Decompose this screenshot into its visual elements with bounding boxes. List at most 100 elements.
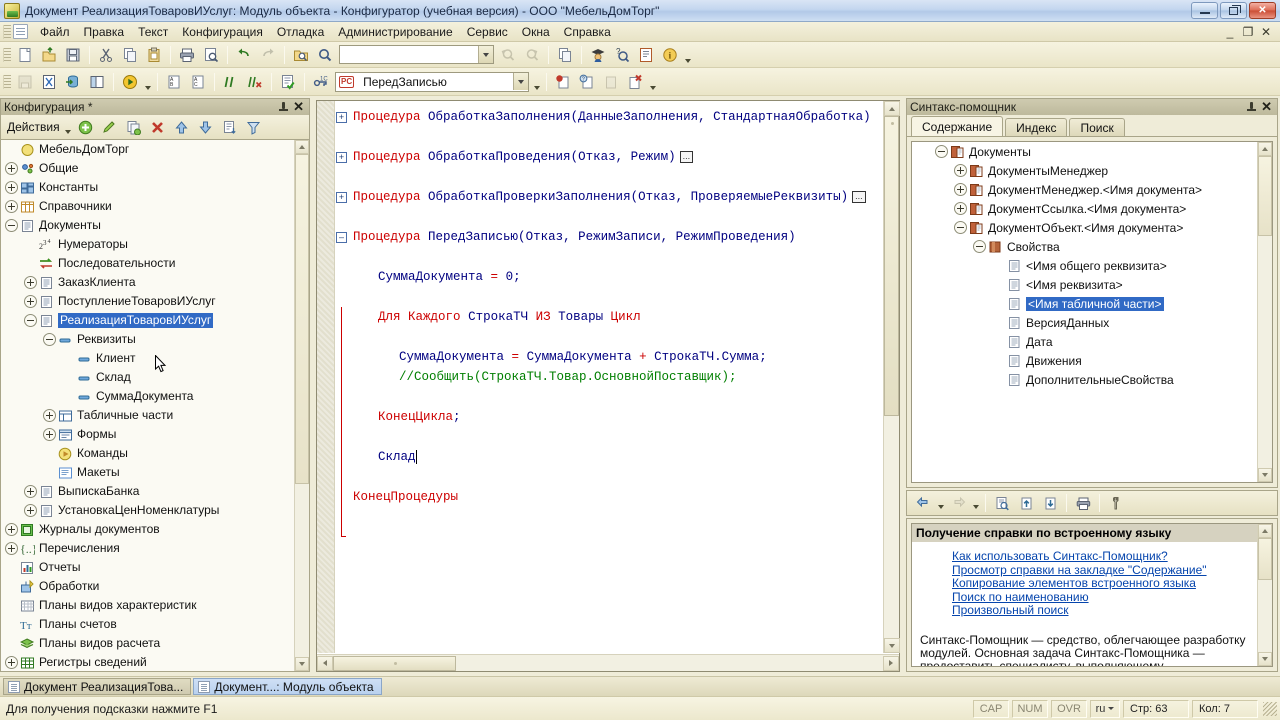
expand-icon[interactable] [5,656,18,669]
restore-button[interactable] [1220,2,1247,19]
update-db-config-icon[interactable] [38,71,60,93]
open-file-icon[interactable] [38,44,60,66]
configuration-tree-scrollbar[interactable] [294,140,309,671]
actions-caret-icon[interactable] [63,118,74,136]
config-tree-item[interactable]: Макеты [1,463,293,482]
config-tree-item[interactable]: ВыпискаБанка [1,482,293,501]
disable-breakpoint-icon[interactable] [600,71,622,93]
code-fold-collapse-icon[interactable]: – [336,231,347,243]
scroll-up-arrow-icon[interactable] [1258,142,1272,156]
chevron-down-icon[interactable] [1108,707,1115,710]
help-scrollbar[interactable] [1257,524,1272,666]
menu-item-edit[interactable]: Правка [77,23,132,41]
code-line[interactable]: КонецЦикла; [336,407,883,427]
pin-icon[interactable] [1247,101,1257,113]
syntax-helper-tree-scrollbar[interactable] [1257,142,1272,482]
config-tree-item[interactable]: ЗаказКлиента [1,273,293,292]
code-line[interactable] [336,207,883,227]
code-line[interactable]: Склад [336,447,883,467]
code-line[interactable] [336,287,883,307]
config-tree-item[interactable]: Планы видов характеристик [1,596,293,615]
config-tree-item[interactable]: Журналы документов [1,520,293,539]
scrollbar-thumb[interactable] [295,154,309,484]
close-icon[interactable]: ✕ [1261,100,1272,113]
delete-icon[interactable] [147,116,169,138]
resize-grip-icon[interactable] [1263,701,1277,716]
menu-item-service[interactable]: Сервис [460,23,515,41]
code-editor[interactable]: + Процедура ОбработкаЗаполнения(ДанныеЗап… [316,100,900,672]
remove-comment-icon[interactable] [244,71,266,93]
config-tree-item[interactable]: Регистры сведений [1,653,293,671]
collapse-icon[interactable] [5,219,18,232]
config-tree-item[interactable]: Планы видов расчета [1,634,293,653]
expand-icon[interactable] [954,183,967,196]
config-tree-item[interactable]: СуммаДокумента [1,387,293,406]
help-link-how-to-use[interactable]: Как использовать Синтакс-Помощник? [912,549,1257,564]
find-in-files-icon[interactable] [290,44,312,66]
back-icon[interactable] [912,492,934,514]
collapsed-body-ellipsis[interactable]: ... [852,191,866,203]
back-history-caret-icon[interactable] [935,494,946,512]
expand-icon[interactable] [43,428,56,441]
code-line[interactable]: – Процедура ПередЗаписью(Отказ, РежимЗапи… [336,227,883,247]
new-file-icon[interactable] [14,44,36,66]
move-up-icon[interactable] [171,116,193,138]
expand-all-icon[interactable] [1015,492,1037,514]
mdi-minimize-button[interactable]: _ [1222,24,1238,40]
collapse-icon[interactable] [43,333,56,346]
mdi-tab-object-module[interactable]: Документ...: Модуль объекта [193,678,382,695]
code-line[interactable] [336,247,883,267]
print-preview-icon[interactable] [200,44,222,66]
config-tree-item[interactable]: ПоступлениеТоваровИУслуг [1,292,293,311]
menu-item-file[interactable]: Файл [33,23,77,41]
config-tree-item[interactable]: Справочники [1,197,293,216]
syntax-tree-item[interactable]: Документы [912,142,1257,161]
editor-horizontal-scrollbar[interactable] [317,654,899,671]
syntax-tree-item[interactable]: ДокументОбъект.<Имя документа> [912,218,1257,237]
collapse-icon[interactable] [935,145,948,158]
menubar-grip[interactable] [3,24,11,39]
code-fold-expand-icon[interactable]: + [336,151,347,163]
collapse-icon[interactable] [954,221,967,234]
expand-icon[interactable] [5,542,18,555]
compare-config-icon[interactable] [86,71,108,93]
code-line[interactable]: + Процедура ОбработкаЗаполнения(ДанныеЗап… [336,107,883,127]
mdi-tab-document[interactable]: Документ РеализацияТова... [3,678,192,695]
help-link-search-by-name[interactable]: Поиск по наименованию [912,590,1257,605]
config-tree-item[interactable]: Документы [1,216,293,235]
save-icon[interactable] [62,44,84,66]
actions-menu-label[interactable]: Действия [4,120,63,134]
find-previous-icon[interactable] [497,44,519,66]
config-tree-item[interactable]: Табличные части [1,406,293,425]
syntax-helper-content[interactable]: Получение справки по встроенному языку К… [911,523,1273,667]
expand-icon[interactable] [24,504,37,517]
move-down-icon[interactable] [195,116,217,138]
expand-icon[interactable] [24,485,37,498]
expand-icon[interactable] [954,164,967,177]
mdi-restore-button[interactable]: ❐ [1240,24,1256,40]
config-tree-item[interactable]: Клиент [1,349,293,368]
toolbar-overflow-caret[interactable] [682,44,693,66]
config-tree-item[interactable]: {..} Перечисления [1,539,293,558]
expand-icon[interactable] [954,202,967,215]
code-line[interactable] [336,327,883,347]
help-link-view-contents[interactable]: Просмотр справки на закладке "Содержание… [912,563,1257,578]
menu-item-windows[interactable]: Окна [515,23,557,41]
editor-code-area[interactable]: + Процедура ОбработкаЗаполнения(ДанныеЗап… [336,101,883,653]
config-tree-item[interactable]: УстановкаЦенНоменклатуры [1,501,293,520]
print-icon[interactable] [176,44,198,66]
forward-history-caret-icon[interactable] [970,494,981,512]
code-fold-expand-icon[interactable]: + [336,191,347,203]
save-config-icon[interactable] [14,71,36,93]
forward-icon[interactable] [947,492,969,514]
tab-index[interactable]: Индекс [1005,118,1068,136]
syntax-helper-tree-body[interactable]: Документы ДокументыМенеджер ДокументМенедж… [912,142,1257,482]
breakpoints-overflow-caret[interactable] [647,71,658,93]
code-line[interactable] [336,467,883,487]
info-icon[interactable]: i [659,44,681,66]
menu-item-administration[interactable]: Администрирование [331,23,459,41]
conditional-breakpoint-icon[interactable]: ? [576,71,598,93]
pin-icon[interactable] [279,101,289,113]
syntax-tree-item[interactable]: ДокументСсылка.<Имя документа> [912,199,1257,218]
find-next-icon[interactable] [521,44,543,66]
